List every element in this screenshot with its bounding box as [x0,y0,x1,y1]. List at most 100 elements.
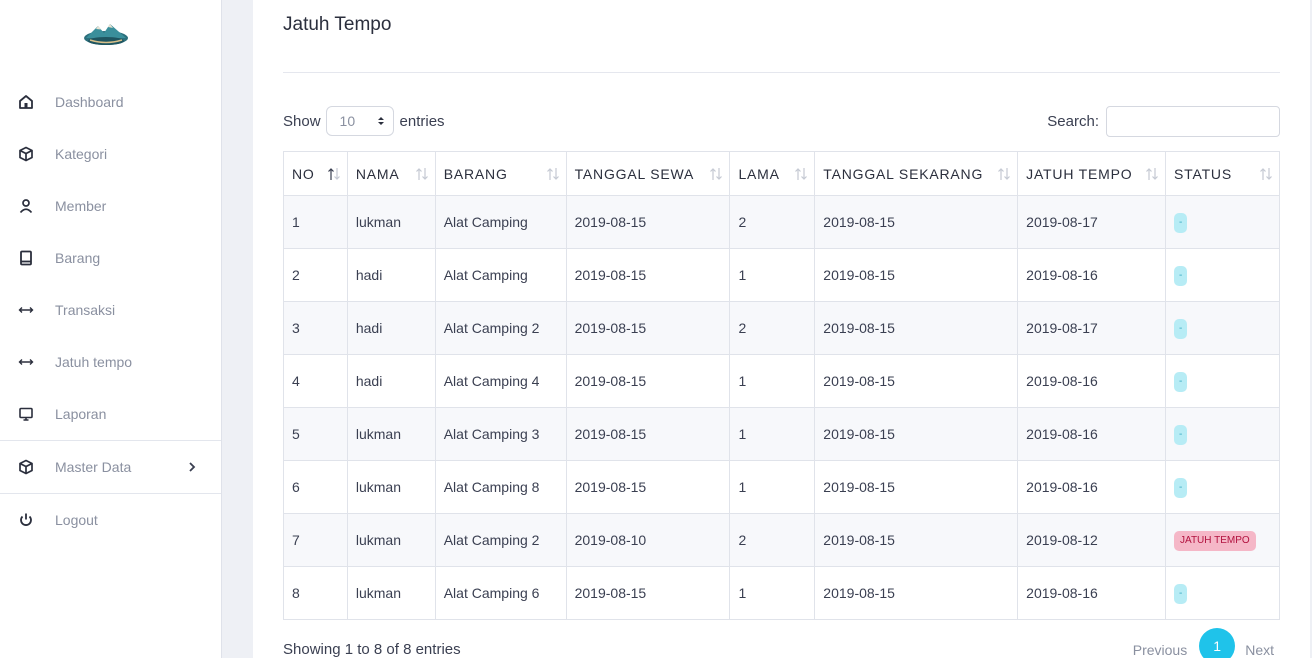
status-badge: - [1174,478,1188,498]
status-badge: - [1174,213,1188,233]
cell-tanggal-sewa: 2019-08-10 [565,513,731,567]
column-header-barang[interactable]: BARANG [434,151,567,196]
table-row: 6 lukman Alat Camping 8 2019-08-15 1 2019-08-… [283,460,1280,514]
page-button-current[interactable]: 1 [1199,628,1236,658]
cell-barang: Alat Camping 2 [434,301,567,355]
monitor-icon [18,406,34,422]
sidebar-item-member[interactable]: Member [0,186,221,226]
sidebar-item-master-data[interactable]: Master Data [0,447,221,487]
cell-lama: 2 [729,195,816,249]
column-header-tanggal-sekarang[interactable]: TANGGAL SEKARANG [814,151,1019,196]
table-row: 1 lukman Alat Camping 2019-08-15 2 2019-08-15… [283,195,1280,249]
status-badge: - [1174,584,1188,604]
column-header-nama[interactable]: NAMA [346,151,436,196]
sidebar-item-logout[interactable]: Logout [0,500,221,540]
cell-no: 3 [283,301,348,355]
column-header-lama[interactable]: LAMA [729,151,816,196]
cell-jatuh-tempo: 2019-08-16 [1017,460,1167,514]
cell-status: - [1165,407,1280,461]
sidebar-divider [0,493,221,494]
column-header-label: TANGGAL SEWA [574,165,695,182]
cell-jatuh-tempo: 2019-08-16 [1017,248,1167,302]
sidebar-item-label: Jatuh tempo [55,354,133,370]
column-header-label: LAMA [738,165,780,182]
next-page-button[interactable]: Next [1245,642,1274,658]
sidebar-item-transaksi[interactable]: Transaksi [0,290,221,330]
arrows-horizontal-icon [18,354,34,370]
sort-icon [795,168,808,180]
sidebar-item-label: Member [55,198,107,214]
status-badge: - [1174,319,1188,339]
sidebar-item-kategori[interactable]: Kategori [0,134,221,174]
previous-page-button[interactable]: Previous [1133,642,1187,658]
table-row: 5 lukman Alat Camping 3 2019-08-15 1 2019-08-… [283,407,1280,461]
cell-tanggal-sekarang: 2019-08-15 [814,354,1019,408]
arrows-horizontal-icon [18,302,34,318]
cell-no: 4 [283,354,348,408]
search-label: Search: [1047,113,1099,130]
cell-jatuh-tempo: 2019-08-12 [1017,513,1167,567]
cell-lama: 1 [729,566,816,620]
sort-icon [1146,168,1158,180]
cell-no: 6 [283,460,348,514]
cell-barang: Alat Camping 8 [434,460,567,514]
table-header-row: NO NAMA BARANG TANGGAL SEWA LAMA TANGGAL SEKA… [283,151,1280,196]
pagination: Previous 1 Next [1133,628,1274,658]
home-icon [18,94,34,110]
sidebar-item-dashboard[interactable]: Dashboard [0,82,221,122]
cell-status: - [1165,354,1280,408]
sidebar-item-jatuh-tempo[interactable]: Jatuh tempo [0,342,221,382]
table-info: Showing 1 to 8 of 8 entries [283,641,461,658]
cell-jatuh-tempo: 2019-08-17 [1017,301,1167,355]
cell-barang: Alat Camping 6 [434,566,567,620]
chevron-right-icon [187,459,197,475]
cell-nama: hadi [346,354,436,408]
column-header-label: TANGGAL SEKARANG [823,165,984,182]
cell-tanggal-sekarang: 2019-08-15 [814,248,1019,302]
table-body: 1 lukman Alat Camping 2019-08-15 2 2019-08-15… [283,195,1280,620]
cell-lama: 2 [729,513,816,567]
cell-status: - [1165,460,1280,514]
brand-logo[interactable] [82,20,130,50]
cell-barang: Alat Camping [434,195,567,249]
cell-barang: Alat Camping 4 [434,354,567,408]
cell-barang: Alat Camping [434,248,567,302]
book-icon [18,250,34,266]
sidebar-item-label: Master Data [55,459,132,475]
cell-tanggal-sewa: 2019-08-15 [565,248,731,302]
cell-status: - [1165,566,1280,620]
cell-status: - [1165,195,1280,249]
column-header-no[interactable]: NO [283,151,348,196]
sidebar-divider [0,440,221,441]
column-header-tanggal-sewa[interactable]: TANGGAL SEWA [565,151,731,196]
table-row: 2 hadi Alat Camping 2019-08-15 1 2019-08-15 20… [283,248,1280,302]
entries-length-value: 10 [339,113,356,129]
sidebar-item-laporan[interactable]: Laporan [0,394,221,434]
package-icon [18,459,34,475]
show-label: Show [283,112,321,130]
cell-lama: 2 [729,301,816,355]
cell-lama: 1 [729,460,816,514]
cell-tanggal-sewa: 2019-08-15 [565,195,731,249]
cell-nama: lukman [346,566,436,620]
table-row: 8 lukman Alat Camping 6 2019-08-15 1 2019-08-… [283,566,1280,620]
cell-tanggal-sekarang: 2019-08-15 [814,460,1019,514]
column-header-label: NO [292,165,315,182]
sidebar-item-barang[interactable]: Barang [0,238,221,278]
cell-lama: 1 [729,354,816,408]
cell-lama: 1 [729,248,816,302]
table-row: 7 lukman Alat Camping 2 2019-08-10 2 2019-08-… [283,513,1280,567]
entries-label: entries [399,112,445,130]
cell-nama: lukman [346,195,436,249]
cell-status: - [1165,301,1280,355]
entries-length-select[interactable]: 10 [325,106,394,136]
cell-tanggal-sewa: 2019-08-15 [565,460,731,514]
sort-icon [710,168,723,180]
search-input[interactable] [1106,106,1280,137]
status-badge: - [1174,266,1188,286]
cell-tanggal-sekarang: 2019-08-15 [814,301,1019,355]
column-header-status[interactable]: STATUS [1165,151,1280,196]
column-header-label: JATUH TEMPO [1026,165,1133,182]
column-header-jatuh-tempo[interactable]: JATUH TEMPO [1017,151,1167,196]
sidebar: Dashboard Kategori Member Barang Transak… [0,0,222,658]
